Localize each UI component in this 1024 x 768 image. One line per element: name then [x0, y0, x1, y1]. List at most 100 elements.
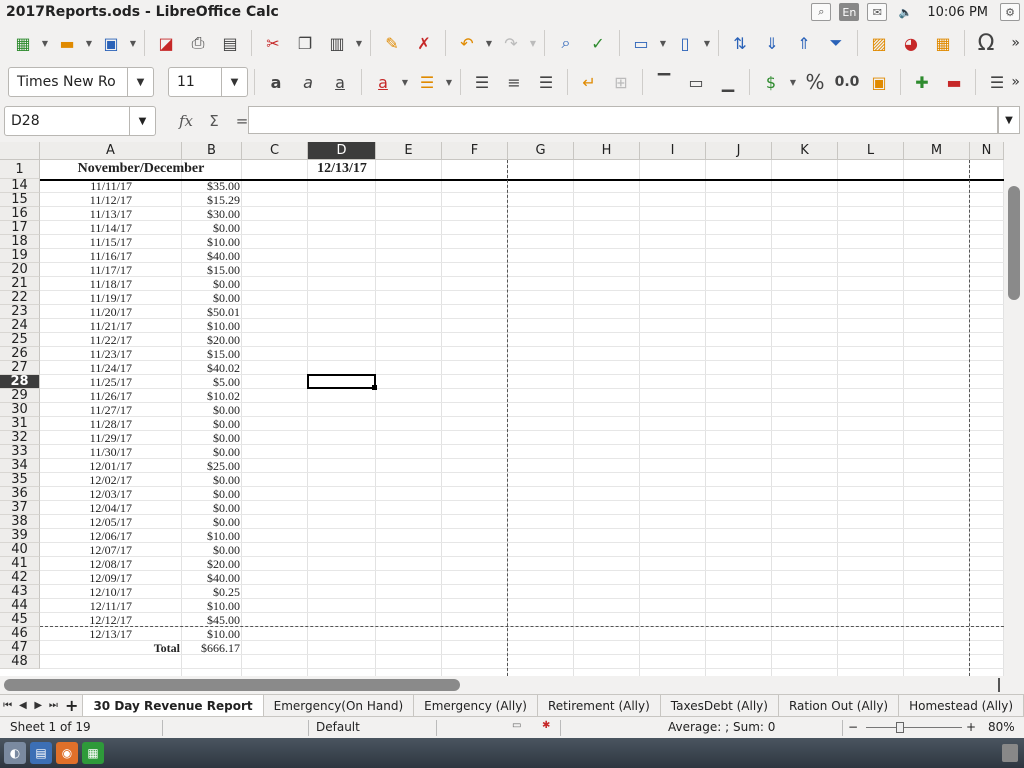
row-header[interactable]: 28	[0, 374, 40, 389]
horizontal-scrollbar[interactable]	[0, 676, 1004, 694]
name-box-value[interactable]: D28	[5, 113, 129, 129]
column-header-n[interactable]: N	[970, 142, 1004, 160]
column-header-f[interactable]: F	[442, 142, 508, 160]
column-header-a[interactable]: A	[40, 142, 182, 160]
date-cell[interactable]: 12/06/17	[46, 529, 132, 543]
amount-cell[interactable]: $50.01	[182, 305, 240, 319]
amount-cell[interactable]: $10.00	[182, 235, 240, 249]
row-header[interactable]: 37	[0, 500, 40, 515]
date-cell[interactable]: 11/27/17	[46, 403, 132, 417]
date-cell[interactable]: 12/04/17	[46, 501, 132, 515]
date-cell[interactable]: 11/18/17	[46, 277, 132, 291]
chevron-down-icon[interactable]: ▼	[129, 107, 155, 135]
chevron-down-icon[interactable]: ▼	[221, 68, 247, 96]
amount-cell[interactable]: $0.00	[182, 277, 240, 291]
row-header[interactable]: 18	[0, 234, 40, 249]
document-modified-icon[interactable]: ✱	[542, 720, 550, 731]
date-cell[interactable]: 12/01/17	[46, 459, 132, 473]
column-icon[interactable]: ▯	[670, 28, 700, 58]
date-cell[interactable]: 11/28/17	[46, 417, 132, 431]
sheet-tab[interactable]: Emergency(On Hand)	[264, 695, 415, 716]
print-preview-icon[interactable]: ▤	[215, 28, 245, 58]
zoom-in-icon[interactable]: +	[966, 720, 976, 734]
date-cell[interactable]: 11/24/17	[46, 361, 132, 375]
date-cell[interactable]: 12/10/17	[46, 585, 132, 599]
gear-icon[interactable]: ⚙	[1000, 3, 1020, 21]
sheet-tab[interactable]: Homestead (Ally)	[899, 695, 1024, 716]
prev-sheet-icon[interactable]: ◀	[15, 695, 30, 716]
font-name-box[interactable]: Times New Ro ▼	[8, 67, 154, 97]
amount-cell[interactable]: $15.00	[182, 347, 240, 361]
amount-cell[interactable]: $20.00	[182, 557, 240, 571]
row-header[interactable]: 44	[0, 598, 40, 613]
image-icon[interactable]: ▨	[864, 28, 894, 58]
open-folder-icon[interactable]: ▬	[52, 28, 82, 58]
amount-cell[interactable]: $0.00	[182, 473, 240, 487]
align-right-icon[interactable]: ☰	[531, 67, 561, 97]
currency-format-icon[interactable]: $	[756, 67, 786, 97]
column-header-d[interactable]: D	[308, 142, 376, 160]
row-header[interactable]: 15	[0, 192, 40, 207]
row-dropdown[interactable]: ▼	[658, 39, 668, 48]
align-top-icon[interactable]: ▔	[649, 67, 679, 97]
row-header[interactable]: 26	[0, 346, 40, 361]
sheet-heading[interactable]: November/December	[40, 162, 242, 176]
select-all-corner[interactable]	[0, 142, 40, 160]
name-box[interactable]: D28 ▼	[4, 106, 156, 136]
row-header[interactable]: 21	[0, 276, 40, 291]
row-header[interactable]: 40	[0, 542, 40, 557]
paste-dropdown[interactable]: ▼	[354, 39, 364, 48]
row-header[interactable]: 17	[0, 220, 40, 235]
mail-icon[interactable]: ✉	[867, 3, 888, 21]
align-left-icon[interactable]: ☰	[467, 67, 497, 97]
save-icon[interactable]: ▣	[96, 28, 126, 58]
column-header-h[interactable]: H	[574, 142, 640, 160]
amount-cell[interactable]: $0.00	[182, 431, 240, 445]
amount-cell[interactable]: $15.29	[182, 193, 240, 207]
merge-cells-icon[interactable]: ⊞	[606, 67, 636, 97]
amount-cell[interactable]: $0.00	[182, 417, 240, 431]
date-cell[interactable]: 11/30/17	[46, 445, 132, 459]
formula-input[interactable]	[248, 106, 998, 134]
row-header[interactable]: 20	[0, 262, 40, 277]
new-doc-icon[interactable]: ▦	[8, 28, 38, 58]
date-cell[interactable]: 12/09/17	[46, 571, 132, 585]
row-header[interactable]: 16	[0, 206, 40, 221]
font-name-value[interactable]: Times New Ro	[9, 74, 127, 90]
row-header[interactable]: 31	[0, 416, 40, 431]
row-header[interactable]: 24	[0, 318, 40, 333]
amount-cell[interactable]: $10.02	[182, 389, 240, 403]
report-date-cell[interactable]: 12/13/17	[308, 162, 376, 176]
amount-cell[interactable]: $0.00	[182, 291, 240, 305]
amount-cell[interactable]: $15.00	[182, 263, 240, 277]
cut-icon[interactable]: ✂	[258, 28, 288, 58]
percent-format-icon[interactable]: %	[800, 67, 830, 97]
column-header-j[interactable]: J	[706, 142, 772, 160]
undo-dropdown[interactable]: ▼	[484, 39, 494, 48]
font-color-icon[interactable]: a	[368, 67, 398, 97]
sort-icon[interactable]: ⇅	[725, 28, 755, 58]
chevron-down-icon[interactable]: ▼	[998, 106, 1020, 134]
row-header[interactable]: 19	[0, 248, 40, 263]
function-wizard-icon[interactable]: fx	[174, 109, 198, 133]
amount-cell[interactable]: $10.00	[182, 529, 240, 543]
save-dropdown[interactable]: ▼	[128, 39, 138, 48]
clone-format-icon[interactable]: ✎	[377, 28, 407, 58]
indent-icon[interactable]: ☰	[982, 67, 1012, 97]
amount-cell[interactable]: $20.00	[182, 333, 240, 347]
sheet-tab[interactable]: TaxesDebt (Ally)	[661, 695, 779, 716]
sort-ascending-icon[interactable]: ⇓	[757, 28, 787, 58]
zoom-slider[interactable]	[866, 727, 962, 728]
wrap-text-icon[interactable]: ↵	[574, 67, 604, 97]
undo-icon[interactable]: ↶	[452, 28, 482, 58]
date-format-icon[interactable]: ▣	[864, 67, 894, 97]
date-cell[interactable]: 12/08/17	[46, 557, 132, 571]
pivot-table-icon[interactable]: ▦	[928, 28, 958, 58]
amount-cell[interactable]: $0.00	[182, 543, 240, 557]
row-header[interactable]: 36	[0, 486, 40, 501]
sort-descending-icon[interactable]: ⇑	[789, 28, 819, 58]
amount-cell[interactable]: $10.00	[182, 599, 240, 613]
amount-cell[interactable]: $25.00	[182, 459, 240, 473]
date-cell[interactable]: 11/11/17	[46, 179, 132, 193]
column-header-e[interactable]: E	[376, 142, 442, 160]
